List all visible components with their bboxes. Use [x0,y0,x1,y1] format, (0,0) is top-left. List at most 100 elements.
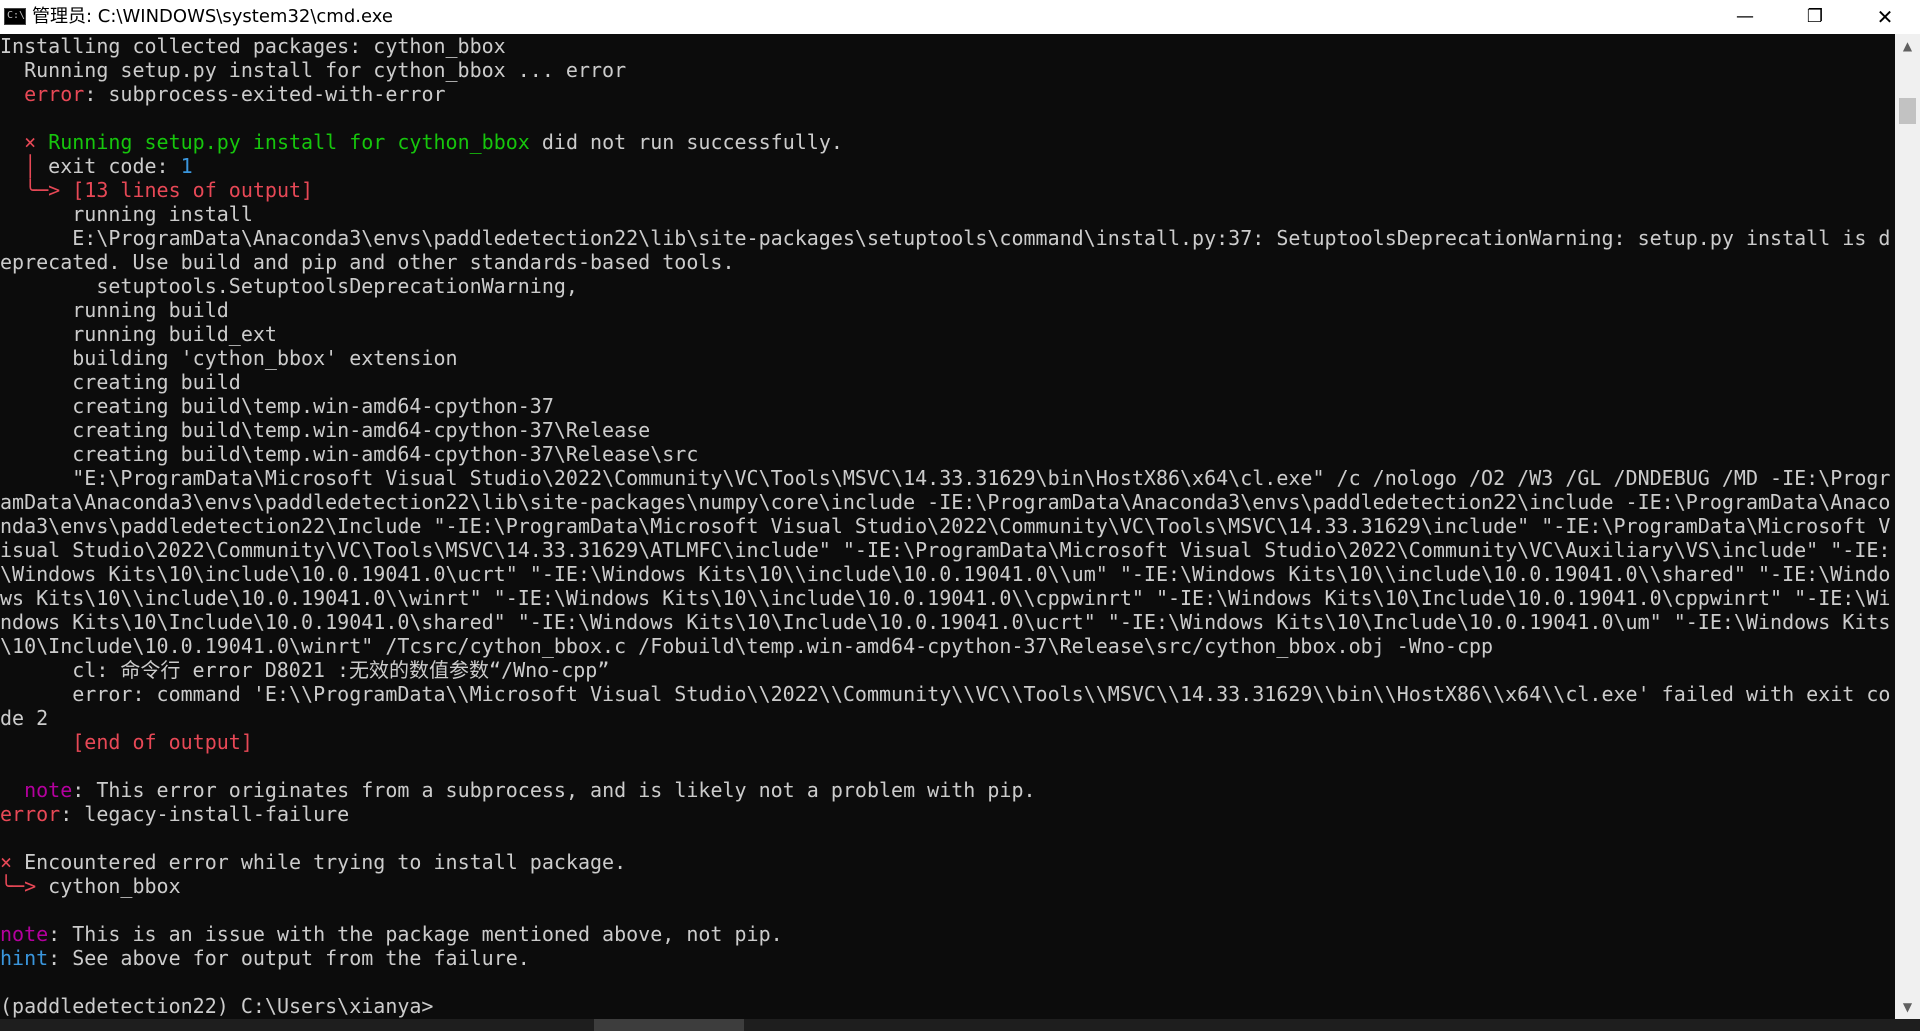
scroll-down-arrow-icon[interactable]: ▼ [1895,995,1920,1019]
console-text: : This is an issue with the package ment… [48,922,783,946]
minimize-icon: — [1736,6,1754,27]
console-text: ws Kits\10\\include\10.0.19041.0\\winrt"… [0,586,1891,610]
console-text-red: [13 lines of output] [72,178,314,202]
console-line: \10\Include\10.0.19041.0\winrt" /Tcsrc/c… [0,634,1895,658]
console-line: running build_ext [0,322,1895,346]
console-text: building 'cython_bbox' extension [0,346,458,370]
console-text-cyan: 1 [180,154,193,178]
console-text: Running setup.py install for cython_bbox… [0,58,627,82]
console-output[interactable]: Installing collected packages: cython_bb… [0,34,1895,1019]
console-line: building 'cython_bbox' extension [0,346,1895,370]
scroll-thumb[interactable] [1899,98,1916,124]
console-text-red: error [24,82,85,106]
console-text-red: │ [24,154,37,178]
console-text: E:\ProgramData\Anaconda3\envs\paddledete… [0,226,1891,250]
close-icon: ✕ [1876,5,1894,29]
console-line: │ exit code: 1 [0,154,1895,178]
console-line: cl: 命令行 error D8021 :无效的数值参数“/Wno-cpp” [0,658,1895,682]
scroll-up-arrow-icon[interactable]: ▲ [1895,34,1920,58]
horizontal-scrollbar[interactable] [0,1019,1920,1031]
console-text: "E:\ProgramData\Microsoft Visual Studio\… [0,466,1891,490]
console-text: \10\Include\10.0.19041.0\winrt" /Tcsrc/c… [0,634,1494,658]
console-line: running build [0,298,1895,322]
console-line: hint: See above for output from the fail… [0,946,1895,970]
console-text: creating build\temp.win-amd64-cpython-37… [0,442,699,466]
console-text: : This error originates from a subproces… [72,778,1036,802]
console-text: exit code: [36,154,181,178]
cmd-icon-glyph: C:\ [7,10,26,21]
console-line: running install [0,202,1895,226]
console-line: de 2 [0,706,1895,730]
console-text: setuptools.SetuptoolsDeprecationWarning, [0,274,578,298]
console-line: × Running setup.py install for cython_bb… [0,130,1895,154]
console-text: eprecated. Use build and pip and other s… [0,250,735,274]
console-text-magenta: note [24,778,73,802]
console-line: note: This error originates from a subpr… [0,778,1895,802]
console-line: "E:\ProgramData\Microsoft Visual Studio\… [0,466,1895,490]
console-line: \Windows Kits\10\include\10.0.19041.0\uc… [0,562,1895,586]
vertical-scrollbar[interactable]: ▲ ▼ [1895,34,1920,1019]
console-text: creating build\temp.win-amd64-cpython-37 [0,394,554,418]
console-text: cl: 命令行 error D8021 :无效的数值参数“/Wno-cpp” [0,658,610,682]
console-text: running install [0,202,253,226]
title-bar[interactable]: C:\ 管理员: C:\WINDOWS\system32\cmd.exe — ❐… [0,0,1920,34]
console-text: : subprocess-exited-with-error [84,82,446,106]
console-text: running build [0,298,229,322]
console-text: Encountered error while trying to instal… [12,850,627,874]
console-window: C:\ 管理员: C:\WINDOWS\system32\cmd.exe — ❐… [0,0,1920,1031]
console-line: creating build\temp.win-amd64-cpython-37… [0,418,1895,442]
console-text-red: × [24,130,37,154]
console-line: setuptools.SetuptoolsDeprecationWarning, [0,274,1895,298]
console-text: error: command 'E:\\ProgramData\\Microso… [0,682,1891,706]
console-text-red: ╰─> [0,874,37,898]
console-line: E:\ProgramData\Anaconda3\envs\paddledete… [0,226,1895,250]
console-line: creating build\temp.win-amd64-cpython-37… [0,442,1895,466]
console-text-red: error [0,802,61,826]
close-button[interactable]: ✕ [1850,0,1920,34]
console-text: (paddledetection22) C:\Users\xianya> [0,994,434,1018]
minimize-button[interactable]: — [1710,0,1780,34]
console-line: Running setup.py install for cython_bbox… [0,58,1895,82]
console-text: : See above for output from the failure. [48,946,530,970]
console-text: running build_ext [0,322,277,346]
console-line: Installing collected packages: cython_bb… [0,34,1895,58]
console-line: isual Studio\2022\Community\VC\Tools\MSV… [0,538,1895,562]
console-text: isual Studio\2022\Community\VC\Tools\MSV… [0,538,1891,562]
console-line: amData\Anaconda3\envs\paddledetection22\… [0,490,1895,514]
window-title: 管理员: C:\WINDOWS\system32\cmd.exe [32,6,393,27]
restore-button[interactable]: ❐ [1780,0,1850,34]
console-line: note: This is an issue with the package … [0,922,1895,946]
console-text-green: Running setup.py install for cython_bbox [48,130,530,154]
console-text: creating build [0,370,241,394]
console-text-red: × [0,850,13,874]
console-line: ndows Kits\10\Include\10.0.19041.0\share… [0,610,1895,634]
console-line: ╰─> [13 lines of output] [0,178,1895,202]
cmd-icon[interactable]: C:\ [4,8,26,25]
console-line: ╰─> cython_bbox [0,874,1895,898]
console-text: did not run successfully. [529,130,843,154]
console-text: nda3\envs\paddledetection22\Include "-IE… [0,514,1891,538]
console-text: cython_bbox [36,874,181,898]
console-text: Installing collected packages: cython_bb… [0,34,506,58]
console-text-red: ╰─> [24,178,61,202]
horizontal-scroll-thumb[interactable] [594,1019,744,1031]
console-text: amData\Anaconda3\envs\paddledetection22\… [0,490,1891,514]
console-line: ws Kits\10\\include\10.0.19041.0\\winrt"… [0,586,1895,610]
console-line: error: command 'E:\\ProgramData\\Microso… [0,682,1895,706]
console-text: \Windows Kits\10\include\10.0.19041.0\uc… [0,562,1891,586]
console-line: × Encountered error while trying to inst… [0,850,1895,874]
console-line: eprecated. Use build and pip and other s… [0,250,1895,274]
console-line: (paddledetection22) C:\Users\xianya> [0,994,1895,1018]
restore-icon: ❐ [1806,6,1824,27]
